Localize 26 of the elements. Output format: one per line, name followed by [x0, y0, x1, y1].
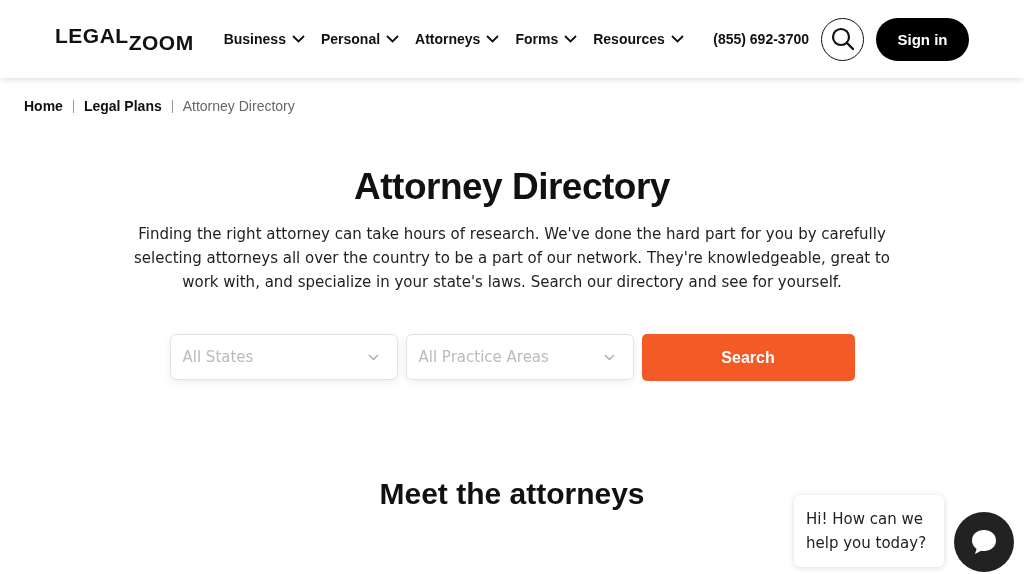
chat-bubble: Hi! How can we help you today?	[794, 495, 944, 567]
chevron-down-icon	[386, 35, 400, 43]
breadcrumb-current: Attorney Directory	[182, 98, 295, 114]
nav-menu[interactable]: Personal	[320, 31, 400, 47]
chevron-down-icon	[564, 35, 578, 43]
chevron-down-icon	[291, 35, 305, 43]
breadcrumb-link[interactable]: Home	[24, 98, 63, 114]
nav-menu[interactable]: Business	[223, 31, 305, 47]
chevron-down-icon	[486, 35, 500, 43]
nav-menu[interactable]: Forms	[515, 31, 578, 47]
chevron-down-icon	[603, 353, 615, 361]
search-button[interactable]	[821, 17, 864, 61]
search-icon	[829, 26, 856, 52]
page-title: Attorney Directory	[354, 166, 670, 208]
intro-paragraph: Finding the right attorney can take hours of research. We've done the hard part for you by carefully selecting attorneys all over the country to be a part of our network. They're knowledgeable, great to work with, and specialize in your state's laws. Search our directory and see for yourself.	[132, 224, 892, 293]
phone-link[interactable]: (855) 692-3700	[713, 31, 809, 47]
chat-button[interactable]	[954, 512, 1014, 572]
chevron-down-icon	[670, 35, 684, 43]
chat-icon	[969, 528, 999, 556]
logo[interactable]: LEGALZOOM	[55, 24, 194, 54]
nav-menu[interactable]: Attorneys	[415, 31, 500, 47]
chevron-down-icon	[367, 353, 379, 361]
nav-menu[interactable]: Resources	[593, 31, 684, 47]
sign-in-button[interactable]: Sign in	[876, 17, 969, 61]
section-title: Meet the attorneys	[379, 477, 645, 511]
breadcrumb-link[interactable]: Legal Plans	[83, 98, 162, 114]
